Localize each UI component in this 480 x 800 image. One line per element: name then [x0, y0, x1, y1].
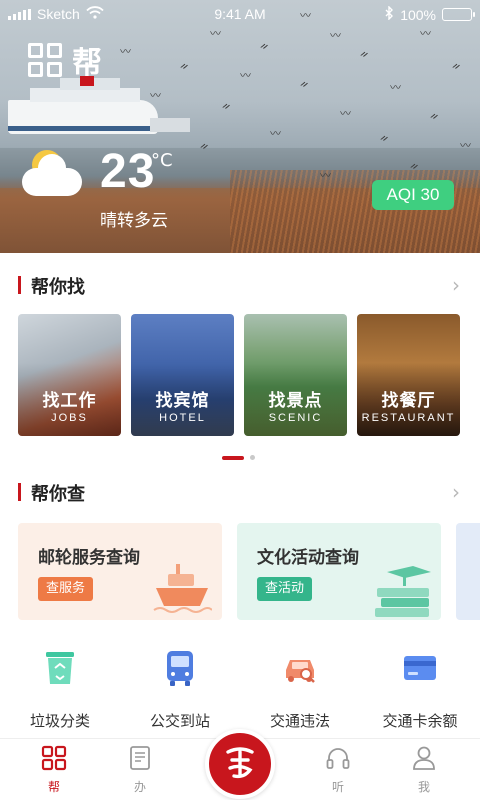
query-activity-button[interactable]: 查活动 — [257, 577, 313, 601]
tab-wo[interactable]: 我 — [394, 745, 454, 795]
trash-sort-icon — [46, 652, 74, 684]
carousel-indicator — [222, 455, 255, 460]
grid-logo-icon — [28, 43, 62, 77]
section-accent-bar — [18, 276, 21, 294]
status-bar: Sketch 9:41 AM 100% — [0, 0, 480, 28]
books-icon — [375, 566, 431, 617]
headphones-icon — [326, 748, 350, 769]
query-service-button[interactable]: 查服务 — [38, 577, 94, 601]
find-card-scenic[interactable]: 找景点 SCENIC — [244, 314, 347, 436]
service-card-balance[interactable]: 交通卡余额 — [360, 648, 480, 730]
find-card-hotel[interactable]: 找宾馆 HOTEL — [131, 314, 234, 436]
battery-icon — [442, 8, 475, 21]
chevron-right-icon[interactable]: › — [452, 480, 460, 504]
app-brand: 帮 — [28, 38, 104, 82]
find-card-subtitle: JOBS — [51, 412, 88, 424]
tab-ting[interactable]: 听 — [308, 745, 368, 795]
tab-ban[interactable]: 办 — [110, 745, 170, 795]
tab-bang[interactable]: 帮 — [24, 745, 84, 795]
brand-logo-icon — [226, 747, 254, 779]
chevron-right-icon[interactable]: › — [452, 273, 460, 297]
partly-cloudy-icon — [20, 148, 86, 206]
aqi-badge[interactable]: AQI 30 — [372, 180, 454, 210]
carousel-dot-active — [222, 455, 244, 460]
help-query-header[interactable]: 帮你查 › — [0, 477, 480, 507]
tab-label: 听 — [331, 780, 344, 794]
service-label: 交通违法 — [269, 712, 330, 730]
bottom-tab-bar: 帮 办 听 我 — [0, 729, 480, 800]
service-garbage-sorting[interactable]: 垃圾分类 — [0, 648, 120, 730]
service-traffic-violation[interactable]: 交通违法 — [240, 648, 360, 730]
culture-activity-card[interactable]: 文化活动查询 查活动 — [237, 523, 441, 620]
service-bus-arrival[interactable]: 公交到站 — [120, 648, 240, 730]
section-title: 帮你找 — [31, 277, 85, 298]
query-card-title: 文化活动查询 — [257, 548, 359, 568]
query-card-title: 邮轮服务查询 — [38, 548, 140, 568]
brand-text: 帮 — [72, 46, 104, 81]
temperature-unit: °C — [151, 150, 173, 171]
help-find-header[interactable]: 帮你找 › — [0, 270, 480, 300]
tab-label: 办 — [133, 780, 146, 794]
help-query-carousel[interactable]: 邮轮服务查询 查服务 文化活动查询 查活动 — [18, 523, 480, 620]
next-query-card-peek[interactable] — [456, 523, 480, 620]
find-card-title: 找工作 — [42, 391, 97, 411]
service-label: 公交到站 — [149, 712, 210, 730]
find-card-jobs[interactable]: 找工作 JOBS — [18, 314, 121, 436]
service-label: 交通卡余额 — [382, 712, 458, 730]
ship-icon — [153, 564, 212, 613]
find-card-restaurant[interactable]: 找餐厅 RESTAURANT — [357, 314, 460, 436]
service-label: 垃圾分类 — [29, 712, 90, 730]
find-card-title: 找景点 — [268, 391, 323, 411]
bluetooth-icon — [385, 5, 394, 23]
quick-services: 垃圾分类 公交到站 交通违法 交通卡余额 — [0, 648, 480, 730]
bus-icon — [167, 651, 193, 686]
center-home-button[interactable] — [205, 729, 275, 799]
carousel-dot — [250, 455, 255, 460]
grid-icon — [41, 745, 67, 771]
find-card-subtitle: RESTAURANT — [361, 412, 456, 424]
help-find-carousel[interactable]: 找工作 JOBS 找宾馆 HOTEL 找景点 SCENIC 找餐厅 RESTAU… — [18, 314, 480, 436]
weather-description: 晴转多云 — [100, 211, 168, 231]
tab-label: 帮 — [47, 780, 60, 794]
hero-banner: 〰 〰 ᨀ 〰 ᨀ 〰 ᨀ 〰 ᨀ 〰 ᨀ 〰 ᨀ 〰 ᨀ 〰 ᨀ 〰 ᨀ 〰 … — [0, 0, 480, 253]
temperature-value: 23 — [100, 145, 156, 198]
tab-label: 我 — [417, 780, 430, 794]
card-icon — [404, 656, 436, 680]
find-card-subtitle: SCENIC — [268, 412, 323, 424]
find-card-title: 找餐厅 — [381, 391, 436, 411]
find-card-subtitle: HOTEL — [159, 412, 206, 424]
document-icon — [130, 746, 150, 770]
battery-percent: 100% — [400, 6, 436, 23]
section-title: 帮你查 — [31, 484, 85, 505]
car-search-icon — [286, 660, 315, 683]
find-card-title: 找宾馆 — [155, 391, 210, 411]
section-accent-bar — [18, 483, 21, 501]
cruise-service-card[interactable]: 邮轮服务查询 查服务 — [18, 523, 222, 620]
user-icon — [413, 746, 435, 770]
